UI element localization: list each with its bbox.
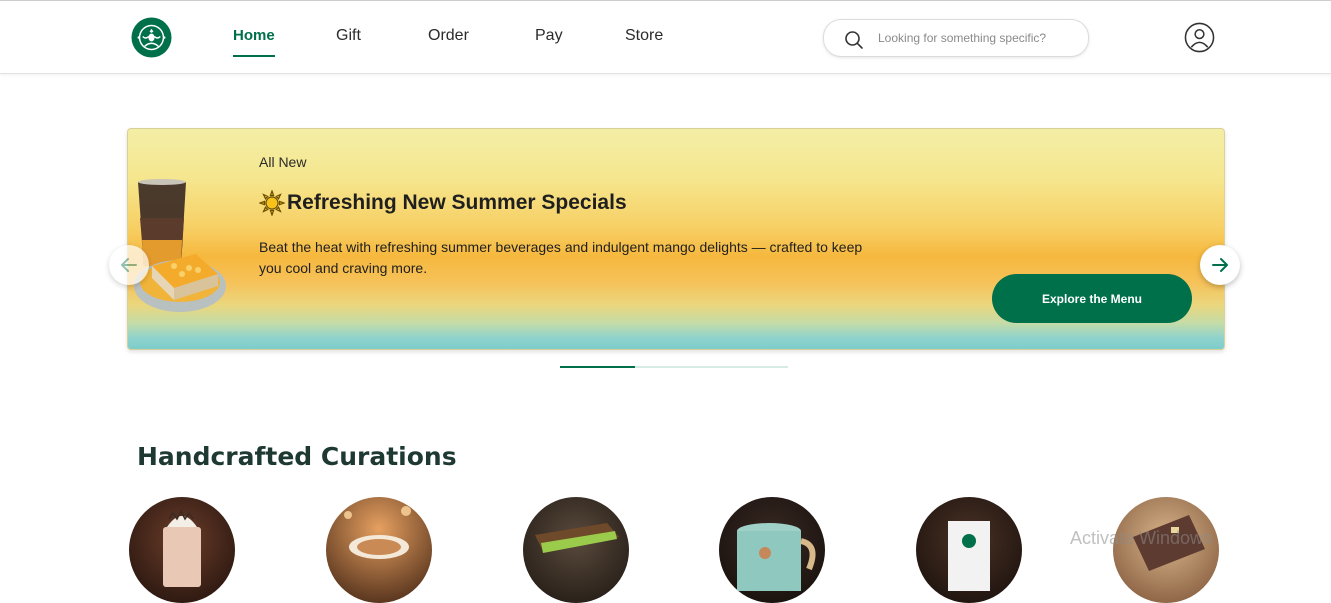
carousel-next-button[interactable] [1200,245,1240,285]
search-icon[interactable] [844,30,864,50]
iced-drink-and-cake-image [134,179,226,312]
search-input[interactable] [878,28,1078,48]
curation-item-gift-card[interactable] [1113,497,1219,603]
search-bar[interactable] [823,19,1089,57]
banner-headline-text: Refreshing New Summer Specials [287,191,627,214]
nav-gift[interactable]: Gift [336,25,361,49]
frappuccino-image [163,509,201,587]
coffee-bag-image [948,521,990,591]
section-title: Handcrafted Curations [137,442,457,471]
next-slide-peek [1223,128,1253,348]
latte-image [344,506,411,559]
curation-item-coffee-beans[interactable] [916,497,1022,603]
starbucks-logo[interactable] [131,17,172,58]
banner-eyebrow: All New [259,154,307,170]
arrow-left-icon [121,258,137,272]
curation-item-frappuccino[interactable] [129,497,235,603]
sun-icon [259,190,285,216]
user-icon[interactable] [1184,22,1215,53]
banner-headline: Refreshing New Summer Specials [259,190,627,216]
curation-item-latte[interactable] [326,497,432,603]
nav-pay[interactable]: Pay [535,25,563,49]
carousel-progress [560,366,788,368]
carousel-progress-fill [560,366,636,368]
nav-store[interactable]: Store [625,25,663,49]
gift-card-image [1133,515,1205,571]
curation-item-mug[interactable] [719,497,825,603]
curation-item-sandwich[interactable] [523,497,629,603]
explore-menu-button[interactable]: Explore the Menu [992,274,1192,323]
arrow-right-icon [1212,258,1228,272]
site-header: Home Gift Order Pay Store [0,1,1331,74]
nav-order[interactable]: Order [428,25,469,49]
carousel-prev-button[interactable] [109,245,149,285]
nav-active-underline [233,55,275,57]
nav-home[interactable]: Home [233,25,275,57]
sandwich-image [535,523,619,553]
mug-image [737,523,816,591]
banner-description: Beat the heat with refreshing summer bev… [259,239,863,276]
